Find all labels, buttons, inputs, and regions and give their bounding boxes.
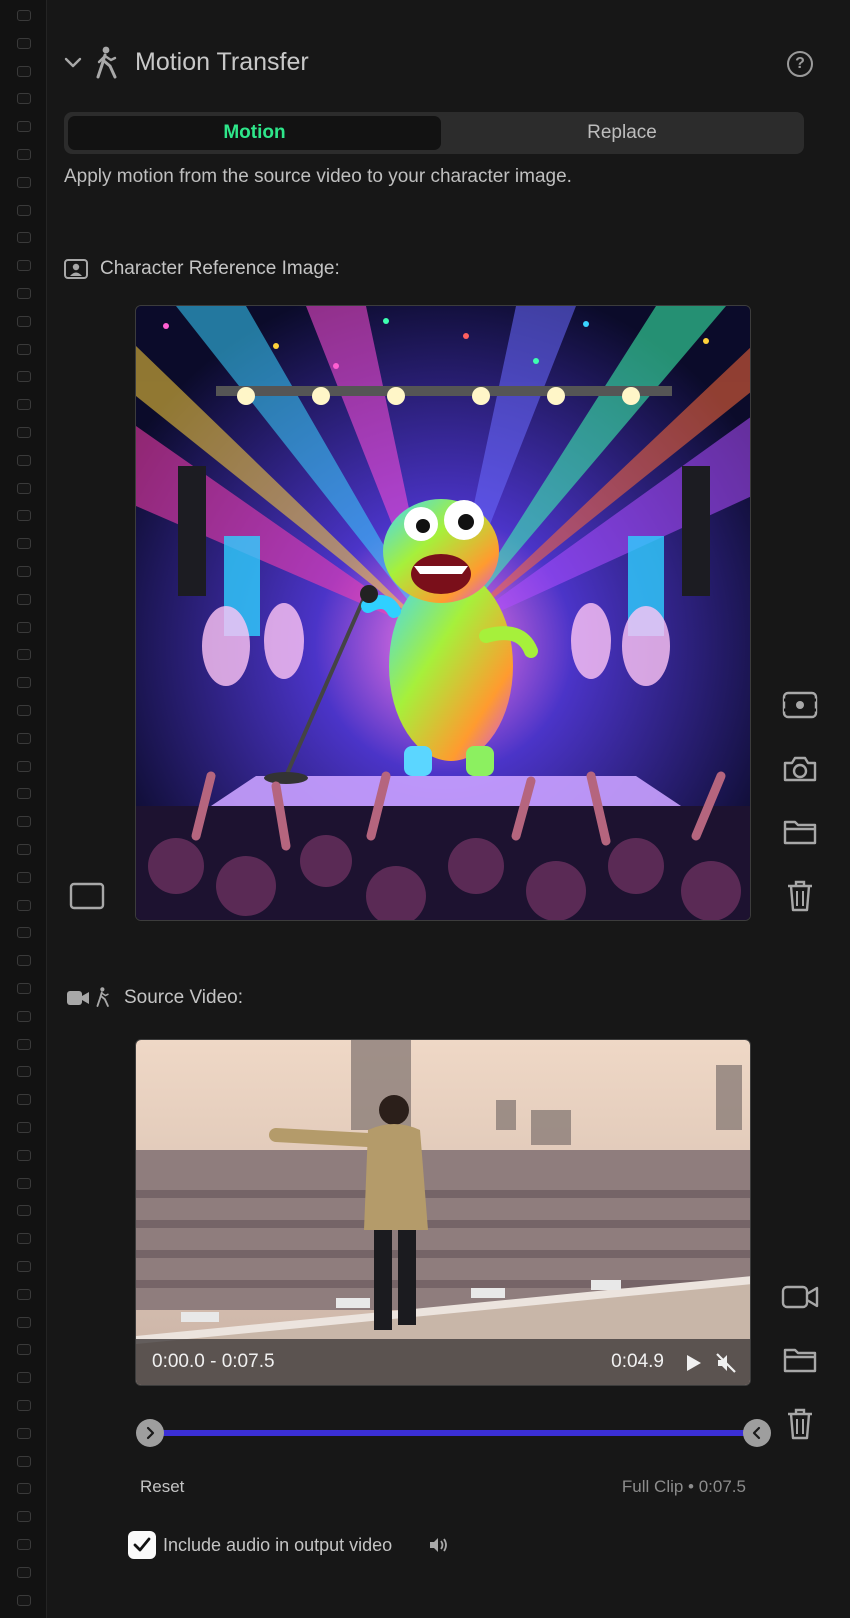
sprocket-hole xyxy=(17,316,31,327)
help-icon[interactable]: ? xyxy=(787,51,813,77)
tab-motion[interactable]: Motion xyxy=(68,116,441,150)
film-sprocket-strip xyxy=(0,0,47,1618)
video-camera-icon xyxy=(66,988,90,1013)
play-icon[interactable] xyxy=(682,1352,704,1374)
portrait-image-icon xyxy=(64,259,88,284)
sprocket-hole xyxy=(17,566,31,577)
mode-segmented-control: Motion Replace xyxy=(64,112,804,154)
sprocket-hole xyxy=(17,1150,31,1161)
sprocket-hole xyxy=(17,927,31,938)
record-video-icon[interactable] xyxy=(780,1277,820,1317)
sprocket-hole xyxy=(17,677,31,688)
video-time-range: 0:00.0 - 0:07.5 xyxy=(152,1351,275,1372)
trim-range-track[interactable] xyxy=(150,1430,757,1436)
sprocket-hole xyxy=(17,399,31,410)
sprocket-hole xyxy=(17,1122,31,1133)
sprocket-hole xyxy=(17,66,31,77)
concert-video-frame xyxy=(136,1040,750,1385)
sprocket-hole xyxy=(17,594,31,605)
sprocket-hole xyxy=(17,1039,31,1050)
sprocket-hole xyxy=(17,1261,31,1272)
sprocket-hole xyxy=(17,1344,31,1355)
include-audio-label: Include audio in output video xyxy=(163,1535,393,1555)
sprocket-hole xyxy=(17,177,31,188)
trim-end-handle[interactable] xyxy=(743,1419,771,1447)
folder-icon[interactable] xyxy=(780,812,820,852)
sprocket-hole xyxy=(17,733,31,744)
mute-icon[interactable] xyxy=(714,1351,738,1375)
sprocket-hole xyxy=(17,232,31,243)
sprocket-hole xyxy=(17,1066,31,1077)
source-video-label: Source Video: xyxy=(124,987,244,1008)
speaker-icon xyxy=(428,1535,450,1560)
sprocket-hole xyxy=(17,1178,31,1189)
sprocket-hole xyxy=(17,1011,31,1022)
sprocket-hole xyxy=(17,455,31,466)
walking-figure-icon xyxy=(94,46,120,82)
panel-title: Motion Transfer xyxy=(135,48,309,76)
sprocket-hole xyxy=(17,344,31,355)
walking-figure-small-icon xyxy=(95,986,111,1015)
sprocket-hole xyxy=(17,1233,31,1244)
tab-replace[interactable]: Replace xyxy=(444,116,800,150)
sprocket-hole xyxy=(17,121,31,132)
sprocket-hole xyxy=(17,1400,31,1411)
sprocket-hole xyxy=(17,1483,31,1494)
sprocket-hole xyxy=(17,1567,31,1578)
sprocket-hole xyxy=(17,761,31,772)
sprocket-hole xyxy=(17,872,31,883)
character-reference-label: Character Reference Image: xyxy=(100,258,340,279)
character-reference-image[interactable] xyxy=(135,305,751,921)
video-controls-bar: 0:00.0 - 0:07.5 0:04.9 xyxy=(136,1339,750,1385)
sprocket-hole xyxy=(17,510,31,521)
sprocket-hole xyxy=(17,371,31,382)
sprocket-hole xyxy=(17,1289,31,1300)
sprocket-hole xyxy=(17,705,31,716)
sprocket-hole xyxy=(17,1456,31,1467)
sprocket-hole xyxy=(17,260,31,271)
sprocket-hole xyxy=(17,1094,31,1105)
sprocket-hole xyxy=(17,38,31,49)
aspect-ratio-icon[interactable] xyxy=(68,877,106,915)
sprocket-hole xyxy=(17,483,31,494)
sprocket-hole xyxy=(17,1595,31,1606)
include-audio-checkbox[interactable] xyxy=(128,1531,156,1559)
sprocket-hole xyxy=(17,10,31,21)
collapse-chevron-icon[interactable] xyxy=(62,52,84,74)
sprocket-hole xyxy=(17,288,31,299)
sprocket-hole xyxy=(17,1317,31,1328)
full-clip-duration: Full Clip • 0:07.5 xyxy=(621,1477,746,1496)
reset-trim-button[interactable]: Reset xyxy=(140,1477,184,1497)
motion-transfer-panel: Motion Transfer ? Motion Replace Apply m… xyxy=(46,0,850,1618)
sprocket-hole xyxy=(17,1539,31,1550)
trash-icon[interactable] xyxy=(780,876,820,916)
sprocket-hole xyxy=(17,900,31,911)
sprocket-hole xyxy=(17,788,31,799)
sprocket-hole xyxy=(17,1511,31,1522)
sprocket-hole xyxy=(17,1205,31,1216)
sprocket-hole xyxy=(17,649,31,660)
sprocket-hole xyxy=(17,622,31,633)
source-video-player[interactable]: 0:00.0 - 0:07.5 0:04.9 xyxy=(135,1039,751,1386)
video-folder-icon[interactable] xyxy=(780,1340,820,1380)
sprocket-hole xyxy=(17,955,31,966)
sprocket-hole xyxy=(17,538,31,549)
video-trash-icon[interactable] xyxy=(780,1404,820,1444)
sprocket-hole xyxy=(17,983,31,994)
video-current-time: 0:04.9 xyxy=(611,1351,664,1372)
sprocket-hole xyxy=(17,1428,31,1439)
sprocket-hole xyxy=(17,205,31,216)
mode-description: Apply motion from the source video to yo… xyxy=(64,166,572,187)
sprocket-hole xyxy=(17,844,31,855)
sprocket-hole xyxy=(17,1372,31,1383)
trim-start-handle[interactable] xyxy=(136,1419,164,1447)
sprocket-hole xyxy=(17,816,31,827)
capture-frame-icon[interactable] xyxy=(780,685,820,725)
concert-monster-illustration xyxy=(136,306,750,920)
sprocket-hole xyxy=(17,427,31,438)
sprocket-hole xyxy=(17,93,31,104)
camera-icon[interactable] xyxy=(780,749,820,789)
sprocket-hole xyxy=(17,149,31,160)
